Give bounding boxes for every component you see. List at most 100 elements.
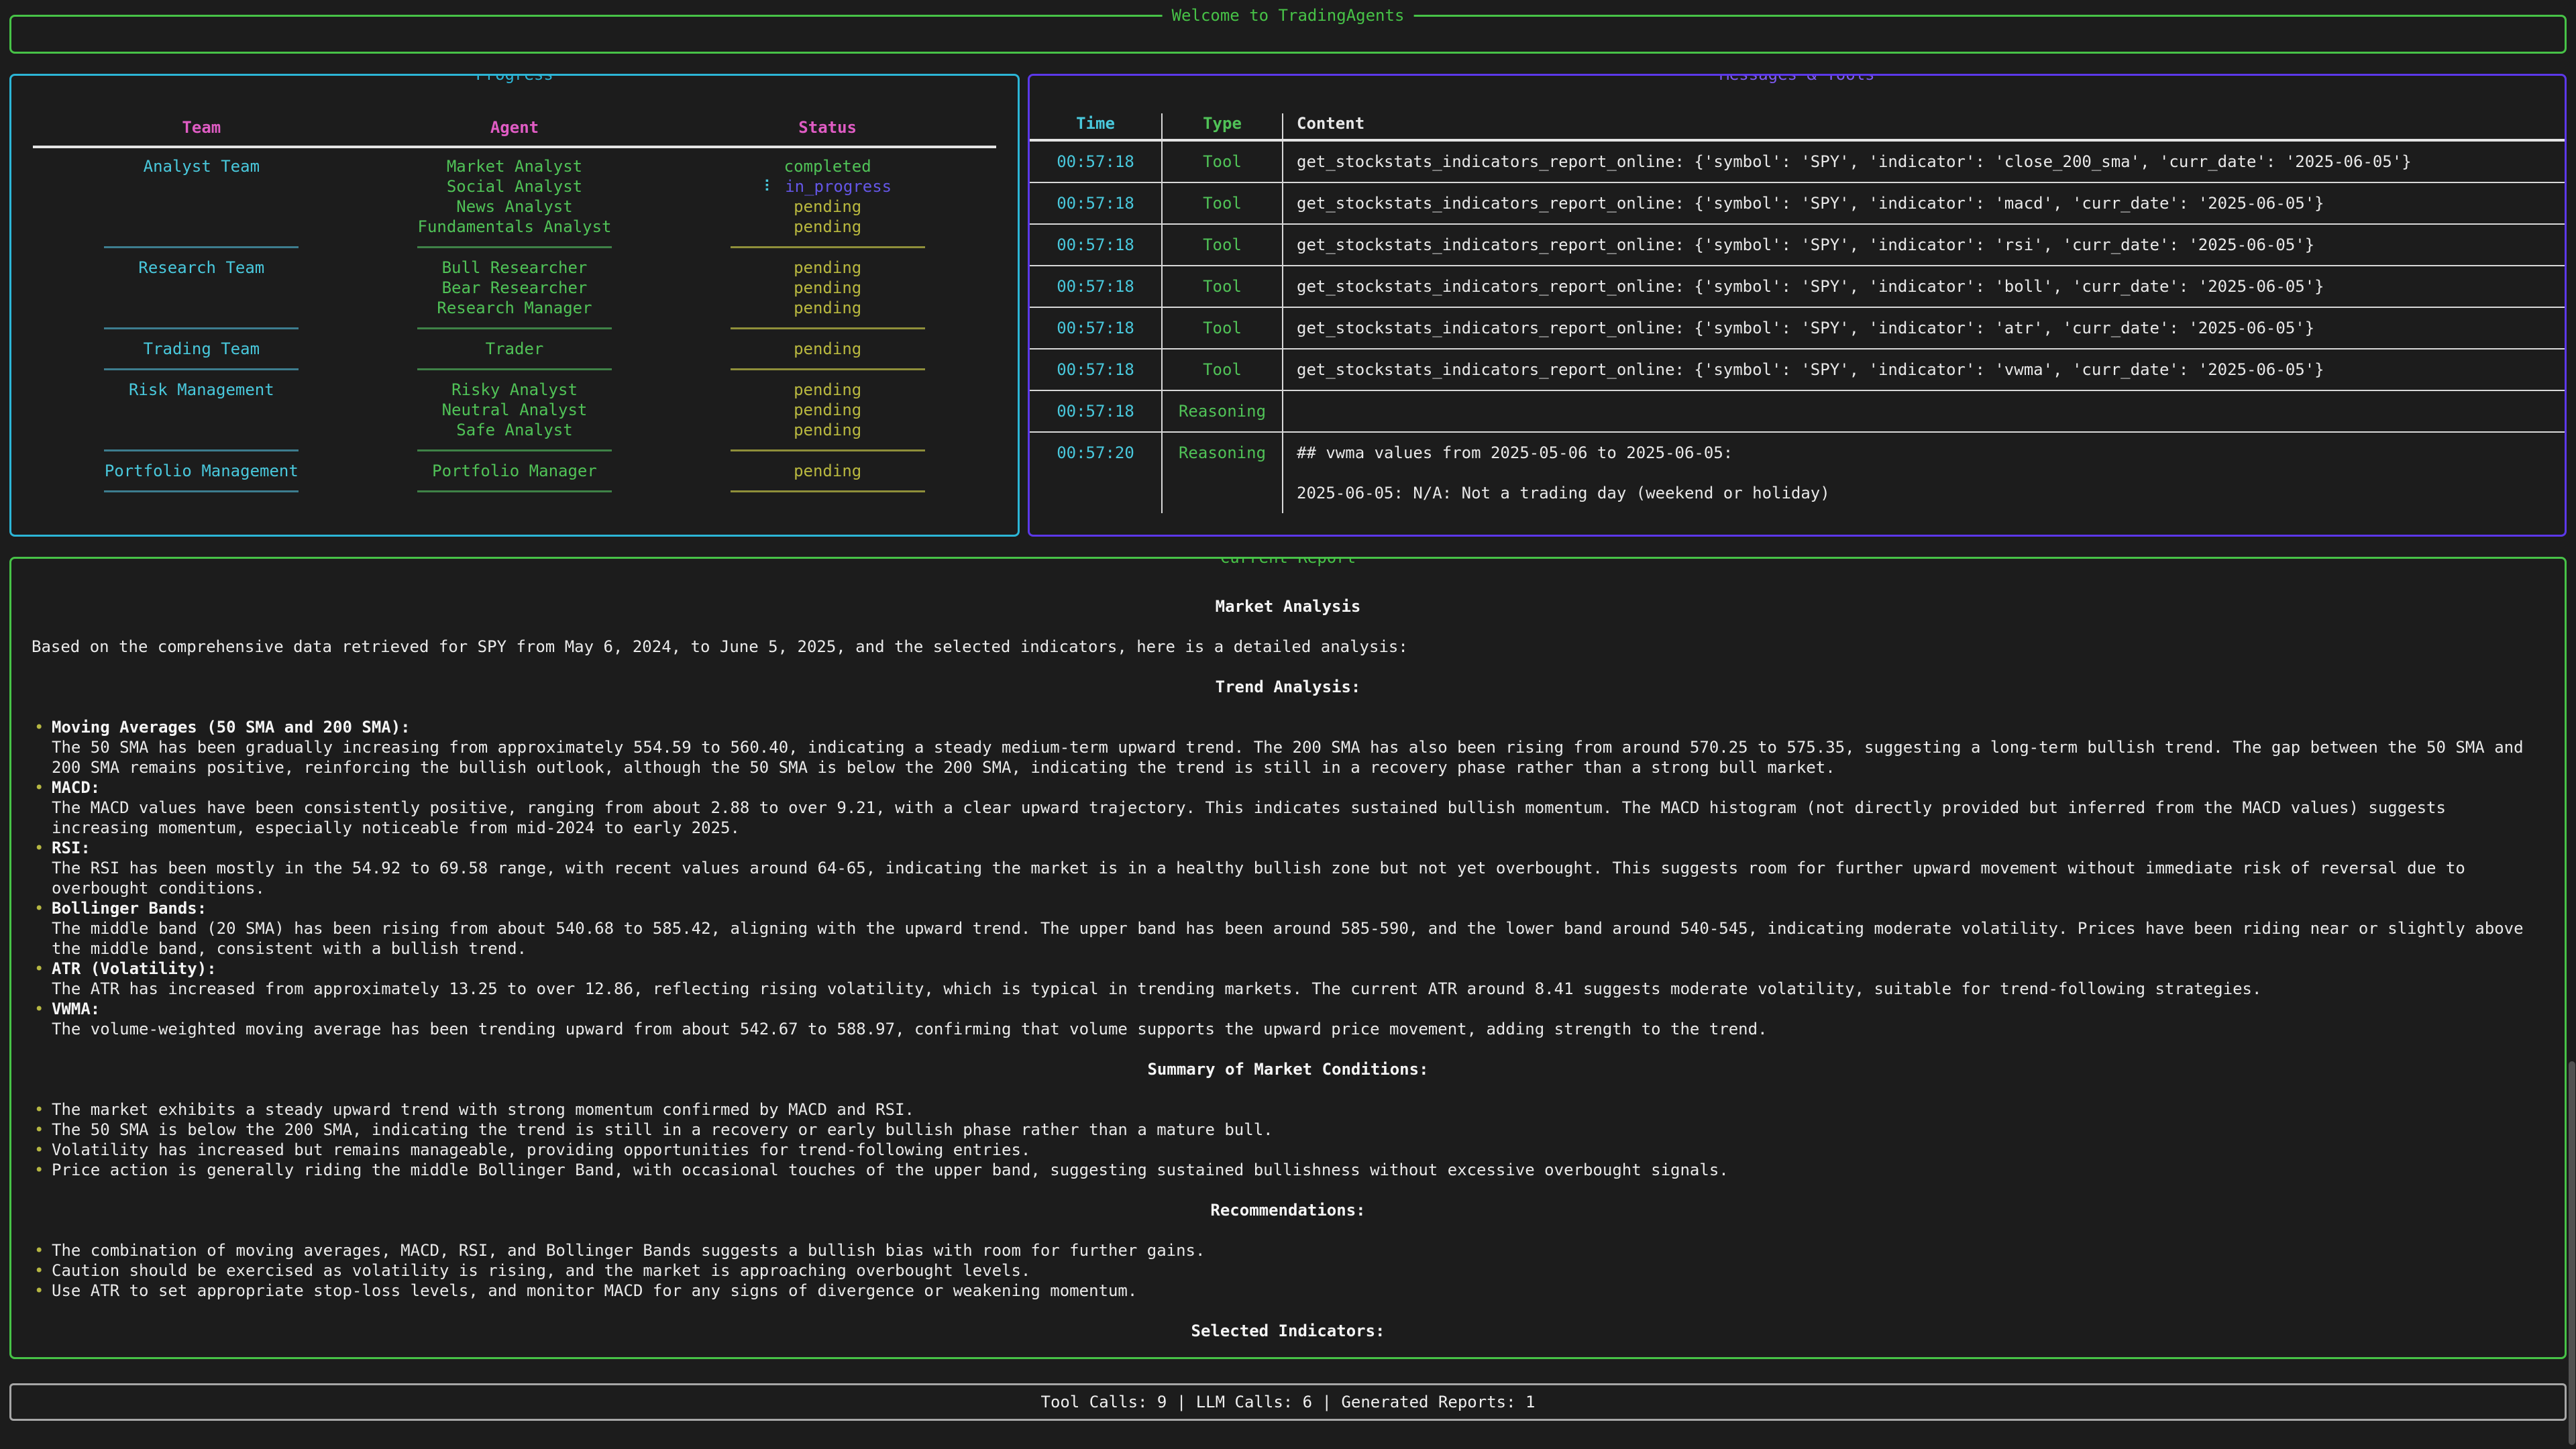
stats-text: Tool Calls: 9 | LLM Calls: 6 | Generated… bbox=[1041, 1392, 1536, 1412]
group-separator bbox=[45, 440, 358, 461]
message-content: get_stockstats_indicators_report_online:… bbox=[1282, 183, 2565, 223]
messages-title: Messages & Tools bbox=[1710, 74, 1884, 85]
message-time: 00:57:18 bbox=[1030, 142, 1161, 182]
bullet-text: VWMA:The volume-weighted moving average … bbox=[52, 999, 2544, 1039]
agent-cell: Trader bbox=[358, 339, 672, 359]
progress-column-header: Team bbox=[45, 117, 358, 138]
team-cell: Analyst Team bbox=[45, 156, 358, 176]
bullet-item: •Bollinger Bands:The middle band (20 SMA… bbox=[32, 898, 2544, 959]
status-cell: pending bbox=[671, 258, 984, 278]
bullet-icon: • bbox=[32, 838, 52, 898]
message-time: 00:57:18 bbox=[1030, 308, 1161, 348]
status-cell: pending bbox=[671, 197, 984, 217]
message-content: get_stockstats_indicators_report_online:… bbox=[1282, 142, 2565, 182]
message-type: Tool bbox=[1161, 308, 1282, 348]
bullet-icon: • bbox=[32, 717, 52, 777]
bullet-body: The ATR has increased from approximately… bbox=[52, 979, 2544, 999]
bullet-item: •The 50 SMA is below the 200 SMA, indica… bbox=[32, 1120, 2544, 1140]
bullet-title: RSI: bbox=[52, 838, 2544, 858]
bullet-body: Price action is generally riding the mid… bbox=[52, 1160, 2544, 1180]
bullet-text: The combination of moving averages, MACD… bbox=[52, 1240, 2544, 1260]
group-separator bbox=[671, 318, 984, 339]
message-time: 00:57:18 bbox=[1030, 391, 1161, 431]
message-type: Tool bbox=[1161, 183, 1282, 223]
agent-cell: Bear Researcher bbox=[358, 278, 672, 298]
stats-bar: Tool Calls: 9 | LLM Calls: 6 | Generated… bbox=[9, 1383, 2567, 1421]
status-cell: ⠇ in_progress bbox=[671, 176, 984, 197]
message-content: get_stockstats_indicators_report_online:… bbox=[1282, 225, 2565, 265]
messages-column-header: Content bbox=[1282, 113, 2565, 139]
bullet-title: Moving Averages (50 SMA and 200 SMA): bbox=[52, 717, 2544, 737]
section-heading: Trend Analysis: bbox=[32, 677, 2544, 697]
bullet-body: The volume-weighted moving average has b… bbox=[52, 1019, 2544, 1039]
bullet-item: •The market exhibits a steady upward tre… bbox=[32, 1099, 2544, 1120]
bullet-body: The RSI has been mostly in the 54.92 to … bbox=[52, 858, 2544, 898]
status-text: in_progress bbox=[785, 177, 892, 196]
scrollbar-thumb[interactable] bbox=[2569, 1061, 2575, 1445]
bullet-text: The 50 SMA is below the 200 SMA, indicat… bbox=[52, 1120, 2544, 1140]
progress-panel: Progress TeamAgentStatusAnalyst TeamMark… bbox=[9, 74, 1020, 537]
status-cell: pending bbox=[671, 380, 984, 400]
agent-cell: Portfolio Manager bbox=[358, 461, 672, 481]
bullet-text: RSI:The RSI has been mostly in the 54.92… bbox=[52, 838, 2544, 898]
bullet-body: The combination of moving averages, MACD… bbox=[52, 1240, 2544, 1260]
welcome-title: Welcome to TradingAgents bbox=[1163, 5, 1414, 25]
bullet-title: VWMA: bbox=[52, 999, 2544, 1019]
team-cell: Portfolio Management bbox=[45, 461, 358, 481]
bullet-text: ATR (Volatility):The ATR has increased f… bbox=[52, 959, 2544, 999]
status-cell: completed bbox=[671, 156, 984, 176]
group-separator bbox=[671, 481, 984, 502]
bullet-text: MACD:The MACD values have been consisten… bbox=[52, 777, 2544, 838]
group-separator bbox=[358, 237, 672, 258]
bullet-text: Volatility has increased but remains man… bbox=[52, 1140, 2544, 1160]
message-type: Tool bbox=[1161, 350, 1282, 390]
bullet-body: Volatility has increased but remains man… bbox=[52, 1140, 2544, 1160]
group-separator bbox=[358, 359, 672, 380]
message-type: Tool bbox=[1161, 266, 1282, 307]
message-time: 00:57:18 bbox=[1030, 225, 1161, 265]
agent-cell: Fundamentals Analyst bbox=[358, 217, 672, 237]
section-heading: Summary of Market Conditions: bbox=[32, 1059, 2544, 1079]
agent-cell: Market Analyst bbox=[358, 156, 672, 176]
group-separator bbox=[45, 359, 358, 380]
bullet-text: Bollinger Bands:The middle band (20 SMA)… bbox=[52, 898, 2544, 959]
message-content: get_stockstats_indicators_report_online:… bbox=[1282, 350, 2565, 390]
status-cell: pending bbox=[671, 278, 984, 298]
group-separator bbox=[358, 440, 672, 461]
bullet-list: •The market exhibits a steady upward tre… bbox=[32, 1099, 2544, 1180]
message-content: get_stockstats_indicators_report_online:… bbox=[1282, 308, 2565, 348]
messages-column-header: Time bbox=[1030, 113, 1161, 139]
bullet-text: Moving Averages (50 SMA and 200 SMA):The… bbox=[52, 717, 2544, 777]
team-cell bbox=[45, 278, 358, 298]
group-separator bbox=[671, 440, 984, 461]
bullet-item: •RSI:The RSI has been mostly in the 54.9… bbox=[32, 838, 2544, 898]
bullet-body: Caution should be exercised as volatilit… bbox=[52, 1260, 2544, 1281]
team-cell bbox=[45, 197, 358, 217]
bullet-title: MACD: bbox=[52, 777, 2544, 798]
bullet-body: Use ATR to set appropriate stop-loss lev… bbox=[52, 1281, 2544, 1301]
bullet-item: •VWMA:The volume-weighted moving average… bbox=[32, 999, 2544, 1039]
progress-table: TeamAgentStatusAnalyst TeamMarket Analys… bbox=[11, 76, 1018, 502]
bullet-body: The 50 SMA is below the 200 SMA, indicat… bbox=[52, 1120, 2544, 1140]
agent-cell: Research Manager bbox=[358, 298, 672, 318]
bullet-text: Caution should be exercised as volatilit… bbox=[52, 1260, 2544, 1281]
status-cell: pending bbox=[671, 217, 984, 237]
message-time: 00:57:20 bbox=[1030, 433, 1161, 513]
section-heading: Selected Indicators: bbox=[32, 1321, 2544, 1341]
message-time: 00:57:18 bbox=[1030, 350, 1161, 390]
welcome-panel: Welcome to TradingAgents bbox=[9, 15, 2567, 54]
group-separator bbox=[358, 318, 672, 339]
progress-column-header: Status bbox=[671, 117, 984, 138]
bullet-icon: • bbox=[32, 1140, 52, 1160]
bullet-item: •The combination of moving averages, MAC… bbox=[32, 1240, 2544, 1260]
message-type: Tool bbox=[1161, 142, 1282, 182]
message-content: get_stockstats_indicators_report_online:… bbox=[1282, 266, 2565, 307]
bullet-icon: • bbox=[32, 1260, 52, 1281]
agent-cell: Risky Analyst bbox=[358, 380, 672, 400]
bullet-item: •Price action is generally riding the mi… bbox=[32, 1160, 2544, 1180]
bullet-item: •Volatility has increased but remains ma… bbox=[32, 1140, 2544, 1160]
group-separator bbox=[358, 481, 672, 502]
message-content bbox=[1282, 391, 2565, 431]
team-cell: Research Team bbox=[45, 258, 358, 278]
bullet-icon: • bbox=[32, 1120, 52, 1140]
